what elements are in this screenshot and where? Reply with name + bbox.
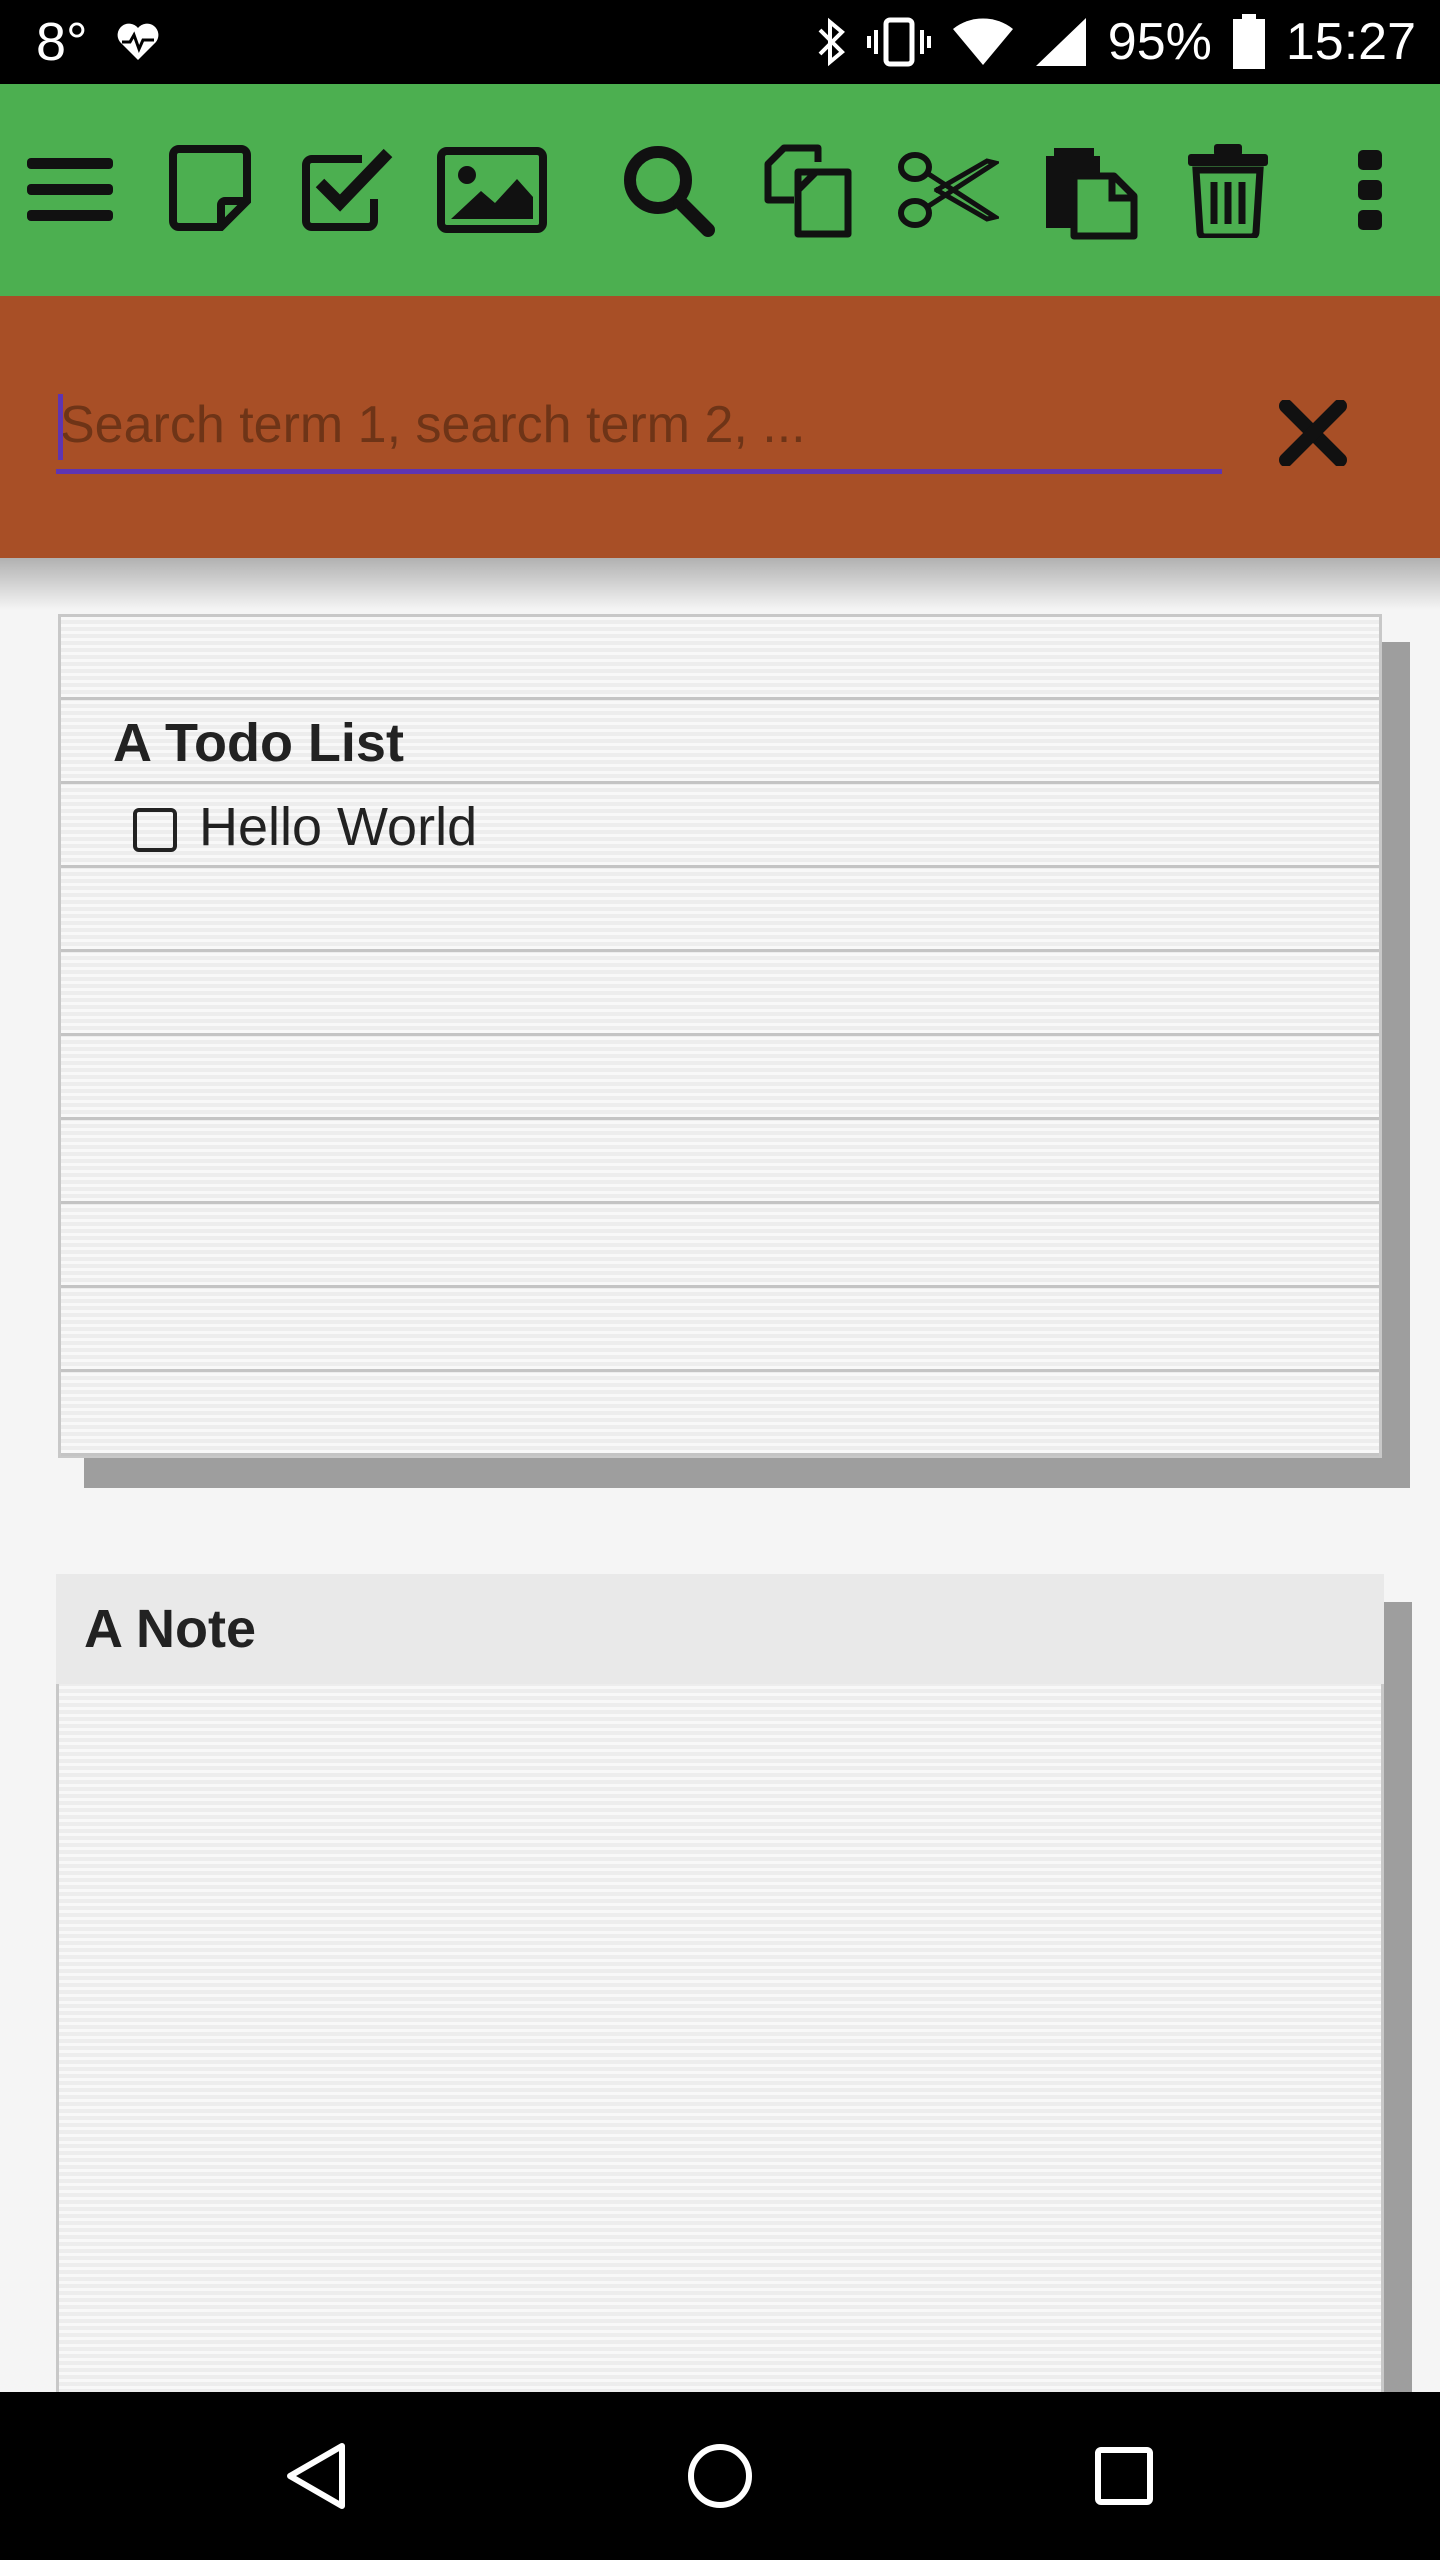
cell-signal-icon <box>1034 16 1088 68</box>
status-bar: 8° 95% 15:27 <box>0 0 1440 84</box>
recents-button[interactable] <box>1074 2426 1174 2526</box>
text-cursor <box>58 394 63 460</box>
new-image-button[interactable] <box>432 134 552 246</box>
note-card-title: A Note <box>56 1574 1384 1684</box>
bluetooth-icon <box>816 16 846 68</box>
close-icon <box>1279 400 1347 466</box>
todo-card[interactable]: A Todo List Hello World <box>58 614 1382 1458</box>
clear-search-button[interactable] <box>1268 388 1358 478</box>
panel-shadow <box>0 558 1440 610</box>
image-icon <box>437 147 547 233</box>
rule-line <box>61 1033 1379 1036</box>
todo-item[interactable]: Hello World <box>133 785 477 869</box>
rule-line <box>61 1285 1379 1288</box>
search-button[interactable] <box>612 134 724 246</box>
cut-icon <box>898 152 999 228</box>
vibrate-icon <box>866 16 932 68</box>
copy-button[interactable] <box>752 134 864 246</box>
rule-line <box>61 1453 1379 1456</box>
new-todo-button[interactable] <box>290 134 402 246</box>
todo-checkbox[interactable] <box>133 808 177 852</box>
health-icon <box>116 22 160 62</box>
back-button[interactable] <box>266 2426 366 2526</box>
todo-item-text: Hello World <box>199 797 478 857</box>
copy-icon <box>764 144 852 238</box>
rule-line <box>61 697 1379 700</box>
home-icon <box>688 2444 752 2508</box>
todo-card-title: A Todo List <box>113 713 404 773</box>
search-panel <box>0 296 1440 558</box>
back-icon <box>287 2443 345 2509</box>
battery-icon <box>1232 14 1266 70</box>
home-button[interactable] <box>670 2426 770 2526</box>
paste-icon <box>1046 148 1138 240</box>
more-options-button[interactable] <box>1312 134 1428 246</box>
menu-icon <box>27 158 113 221</box>
more-vert-icon <box>1358 150 1382 230</box>
new-note-button[interactable] <box>154 134 266 246</box>
recents-icon <box>1095 2447 1153 2505</box>
cut-button[interactable] <box>888 134 1006 246</box>
delete-button[interactable] <box>1172 134 1284 246</box>
paste-button[interactable] <box>1034 134 1146 246</box>
navigation-bar <box>0 2392 1440 2560</box>
toolbar <box>0 84 1440 296</box>
rule-line <box>61 1369 1379 1372</box>
rule-line <box>61 1117 1379 1120</box>
note-card-shadow <box>1384 1602 1412 2392</box>
note-card[interactable] <box>56 1574 1384 2394</box>
delete-icon <box>1188 144 1268 238</box>
checklist-icon <box>302 148 393 231</box>
temperature-text: 8° <box>36 12 88 72</box>
rule-line <box>61 1201 1379 1204</box>
battery-percent: 95% <box>1107 13 1212 71</box>
menu-button[interactable] <box>14 134 126 246</box>
wifi-icon <box>952 17 1014 67</box>
clock-text: 15:27 <box>1285 13 1416 71</box>
status-left: 8° <box>36 0 160 84</box>
status-right: 95% 15:27 <box>816 0 1416 84</box>
search-input[interactable] <box>56 386 1222 474</box>
search-icon <box>624 146 715 237</box>
note-icon <box>169 145 251 231</box>
rule-line <box>61 949 1379 952</box>
